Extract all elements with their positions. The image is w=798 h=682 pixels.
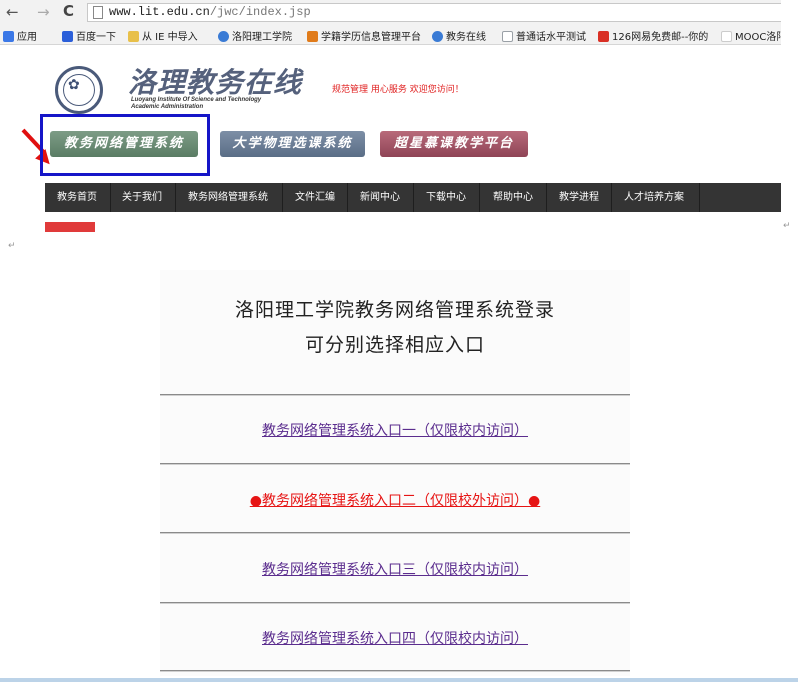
entry-link-2[interactable]: ●教务网络管理系统入口二（仅限校外访问）● [160, 490, 630, 510]
bookmark-baidu[interactable]: 百度一下 [62, 28, 116, 43]
mail-icon [598, 31, 609, 42]
menu-divider [699, 183, 700, 212]
menu-divider [347, 183, 348, 212]
menu-item-news[interactable]: 新闻中心 [360, 183, 400, 212]
divider [160, 670, 630, 672]
menu-divider [282, 183, 283, 212]
highlight-box [40, 114, 210, 176]
menu-item-documents[interactable]: 文件汇编 [295, 183, 335, 212]
back-arrow-icon[interactable]: ← [6, 3, 19, 21]
login-panel: 洛阳理工学院教务网络管理系统登录 可分别选择相应入口 教务网络管理系统入口一（仅… [160, 270, 630, 676]
apps-icon [3, 31, 14, 42]
page-icon [502, 31, 513, 42]
pilcrow-mark: ↵ [8, 241, 16, 251]
menu-divider [110, 183, 111, 212]
menu-divider [413, 183, 414, 212]
menu-item-about[interactable]: 关于我们 [122, 183, 162, 212]
page-icon [93, 6, 103, 19]
bookmark-chsi[interactable]: 学籍学历信息管理平台 [307, 28, 421, 43]
bookmark-lit[interactable]: 洛阳理工学院 [218, 28, 292, 43]
news-ticker [45, 222, 781, 232]
divider [160, 602, 630, 604]
site-header: ✿ 洛理教务在线 Luoyang Institute Of Science an… [0, 46, 781, 232]
divider [160, 463, 630, 465]
bookmark-apps[interactable]: 应用 [3, 28, 37, 43]
page-icon [721, 31, 732, 42]
menu-item-downloads[interactable]: 下载中心 [426, 183, 466, 212]
forward-arrow-icon[interactable]: → [37, 3, 50, 21]
page-bottom-border [0, 678, 798, 682]
main-menu: 教务首页 关于我们 教务网络管理系统 文件汇编 新闻中心 下载中心 帮助中心 教… [45, 183, 781, 212]
school-icon [218, 31, 229, 42]
url-input[interactable]: www.lit.edu.cn/jwc/index.jsp [87, 3, 781, 22]
entry-link-1[interactable]: 教务网络管理系统入口一（仅限校内访问） [160, 420, 630, 440]
bookmark-jwc[interactable]: 教务在线 [432, 28, 486, 43]
site-slogan: 规范管理 用心服务 欢迎您访问！ [332, 85, 464, 95]
bookmark-mooc[interactable]: MOOC洛阳理 [721, 28, 781, 43]
menu-divider [175, 183, 176, 212]
pilcrow-mark: ↵ [783, 221, 791, 231]
menu-divider [546, 183, 547, 212]
site-title: 洛理教务在线 [128, 66, 303, 99]
menu-item-schedule[interactable]: 教学进程 [559, 183, 599, 212]
menu-item-edu-system[interactable]: 教务网络管理系统 [188, 183, 268, 212]
ticker-tag [45, 222, 95, 232]
bookmark-putonghua[interactable]: 普通话水平测试 [502, 28, 586, 43]
url-text: www.lit.edu.cn/jwc/index.jsp [109, 5, 311, 19]
bookmark-126mail[interactable]: 126网易免费邮--你的 [598, 28, 708, 43]
seal-emblem-icon: ✿ [68, 77, 80, 93]
baidu-icon [62, 31, 73, 42]
menu-divider [479, 183, 480, 212]
entry-link-3[interactable]: 教务网络管理系统入口三（仅限校内访问） [160, 559, 630, 579]
university-seal-logo[interactable]: ✿ [55, 66, 103, 114]
menu-divider [611, 183, 612, 212]
browser-window: ← → C www.lit.edu.cn/jwc/index.jsp 应用 百度… [0, 0, 781, 232]
site-subtitle: Luoyang Institute Of Science and Technol… [131, 97, 262, 110]
login-title: 洛阳理工学院教务网络管理系统登录 [234, 299, 555, 321]
divider [160, 532, 630, 534]
school-icon [432, 31, 443, 42]
divider [160, 394, 630, 396]
bookmark-import-ie[interactable]: 从 IE 中导入 [128, 28, 198, 43]
reload-icon[interactable]: C [63, 2, 74, 20]
physics-course-button[interactable]: 大学物理选课系统 [220, 131, 365, 157]
bookmarks-bar: 应用 百度一下 从 IE 中导入 洛阳理工学院 学籍学历信息管理平台 教务在线 … [0, 25, 781, 45]
menu-item-help[interactable]: 帮助中心 [493, 183, 533, 212]
menu-item-home[interactable]: 教务首页 [57, 183, 97, 212]
chsi-icon [307, 31, 318, 42]
folder-icon [128, 31, 139, 42]
entry-link-4[interactable]: 教务网络管理系统入口四（仅限校内访问） [160, 628, 630, 648]
login-subtitle: 可分别选择相应入口 [304, 334, 485, 356]
menu-item-talent-plan[interactable]: 人才培养方案 [624, 183, 684, 212]
address-bar: ← → C www.lit.edu.cn/jwc/index.jsp [0, 0, 781, 25]
mooc-platform-button[interactable]: 超星慕课教学平台 [380, 131, 528, 157]
